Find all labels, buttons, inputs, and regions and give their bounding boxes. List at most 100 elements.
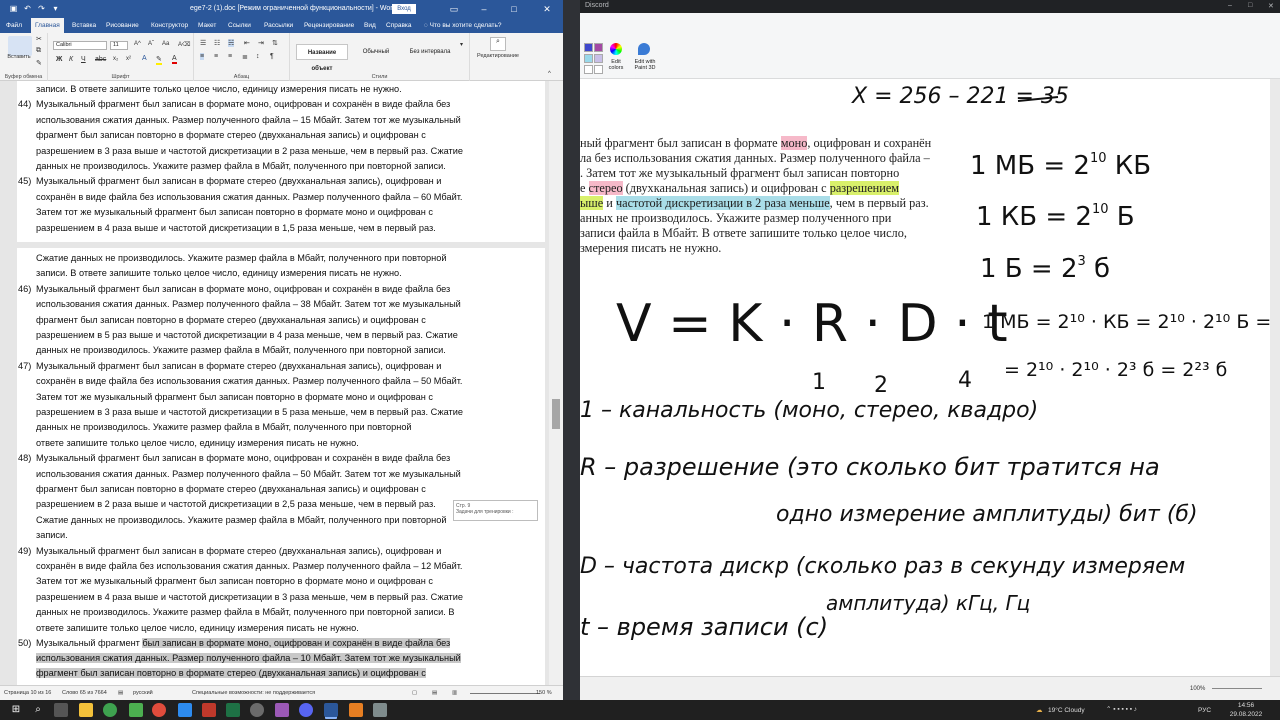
clear-format-icon[interactable]: A⌫ [178, 41, 191, 48]
proofing-icon[interactable]: ▤ [118, 690, 123, 696]
paint-icon[interactable] [349, 703, 363, 717]
styles-more-icon[interactable]: ▾ [460, 41, 463, 48]
app-icon[interactable] [129, 703, 143, 717]
tab-references[interactable]: Ссылки [228, 18, 251, 33]
weather-icon[interactable]: ☁ [1036, 706, 1043, 714]
start-icon[interactable]: ⊞ [9, 703, 23, 717]
maximize-button[interactable]: □ [500, 0, 528, 18]
zoom-level[interactable]: 100% [1190, 686, 1205, 692]
increase-indent-icon[interactable]: ⇥ [258, 39, 264, 47]
tab-mailings[interactable]: Рассылки [264, 18, 293, 33]
document-page[interactable]: записи. В ответе запишите только целое ч… [17, 81, 545, 685]
multilevel-icon[interactable]: ☵ [228, 39, 235, 47]
align-left-icon[interactable]: ≡ [200, 53, 205, 60]
discord-icon[interactable] [299, 703, 313, 717]
app-icon[interactable] [250, 703, 264, 717]
tab-draw[interactable]: Рисование [106, 18, 139, 33]
strike-icon[interactable]: abc [95, 56, 106, 63]
bullets-icon[interactable]: ☰ [200, 39, 206, 47]
color-swatch[interactable] [584, 43, 593, 52]
style-normal[interactable]: Обычный [350, 44, 402, 60]
color-swatch[interactable] [594, 65, 603, 74]
redo-icon[interactable]: ↷ [36, 3, 47, 14]
clipboard-icon[interactable] [8, 36, 32, 56]
save-icon[interactable]: ▣ [8, 3, 19, 14]
tell-me-search[interactable]: ◌ Что вы хотите сделать? [424, 18, 502, 33]
copy-icon[interactable]: ⧉ [36, 47, 41, 55]
tab-layout[interactable]: Макет [198, 18, 216, 33]
clock-date[interactable]: 29.08.2022 [1226, 711, 1266, 718]
tab-home[interactable]: Главная [31, 18, 64, 33]
editing-button[interactable]: Редактирование [470, 53, 526, 59]
change-case-icon[interactable]: Aa [162, 41, 169, 47]
tab-view[interactable]: Вид [364, 18, 376, 33]
tab-file[interactable]: Файл [6, 18, 22, 33]
numbering-icon[interactable]: ☷ [214, 39, 220, 47]
minimize-button[interactable]: – [470, 0, 498, 18]
clock-time[interactable]: 14:56 [1226, 702, 1266, 709]
superscript-icon[interactable]: x² [126, 56, 131, 62]
paint-scrollbar[interactable] [1270, 79, 1280, 676]
decrease-indent-icon[interactable]: ⇤ [244, 39, 250, 47]
justify-icon[interactable]: ≣ [242, 53, 248, 61]
shrink-font-icon[interactable]: Aˇ [148, 41, 154, 47]
subscript-icon[interactable]: x₂ [113, 56, 118, 62]
maximize-button[interactable]: □ [1248, 2, 1252, 9]
paste-button[interactable]: Вставить [2, 54, 36, 60]
customize-qat-icon[interactable]: ▾ [50, 3, 61, 14]
italic-icon[interactable]: К [69, 56, 73, 63]
app-icon[interactable] [373, 703, 387, 717]
print-layout-icon[interactable]: ▤ [432, 690, 437, 696]
zoom-level[interactable]: 150 % [536, 690, 552, 696]
color-swatch[interactable] [584, 65, 593, 74]
accessibility-status[interactable]: Специальные возможности: не поддерживает… [192, 690, 315, 696]
color-swatch[interactable] [584, 54, 593, 63]
edit-colors-icon[interactable] [610, 43, 622, 55]
word-icon[interactable] [324, 703, 338, 717]
word-count[interactable]: Слово 65 из 7664 [62, 690, 107, 696]
app-icon[interactable] [178, 703, 192, 717]
drawing-canvas[interactable]: ный фрагмент был записан в формате моно,… [580, 79, 1270, 676]
edit-colors-button[interactable]: Edit colors [604, 59, 628, 71]
search-icon[interactable]: ⌕ [31, 703, 45, 717]
ribbon-display-icon[interactable]: ▭ [440, 0, 468, 18]
font-name-box[interactable]: Calibri [53, 41, 107, 50]
color-swatch[interactable] [594, 54, 603, 63]
language-indicator[interactable]: РУС [1198, 707, 1211, 714]
color-swatch[interactable] [594, 43, 603, 52]
focus-icon[interactable]: ▢ [412, 690, 417, 696]
tab-insert[interactable]: Вставка [72, 18, 96, 33]
highlight-icon[interactable]: ✎ [156, 55, 162, 65]
sort-icon[interactable]: ⇅ [272, 39, 278, 47]
tab-help[interactable]: Справка [386, 18, 412, 33]
grow-font-icon[interactable]: A^ [134, 41, 141, 47]
text-effects-icon[interactable]: A [142, 55, 147, 62]
chrome-icon[interactable] [103, 703, 117, 717]
language[interactable]: русский [133, 690, 153, 696]
signin-button[interactable]: Вход [392, 4, 416, 14]
undo-icon[interactable]: ↶ [22, 3, 33, 14]
align-center-icon[interactable]: ≡ [214, 53, 218, 60]
line-spacing-icon[interactable]: ↕ [256, 53, 260, 60]
tab-review[interactable]: Рецензирование [304, 18, 354, 33]
scrollbar-thumb[interactable] [552, 399, 560, 429]
format-painter-icon[interactable]: ✎ [36, 59, 42, 67]
zoom-slider[interactable] [1212, 688, 1262, 689]
style-no-spacing[interactable]: Без интервала [404, 44, 456, 60]
zoom-slider[interactable] [470, 693, 540, 694]
close-button[interactable]: ✕ [1268, 2, 1274, 10]
paint3d-icon[interactable] [638, 43, 650, 55]
find-icon[interactable]: ⌕ [490, 37, 506, 51]
weather[interactable]: 19°C Cloudy [1048, 707, 1085, 714]
edit-paint3d-button[interactable]: Edit with Paint 3D [630, 59, 660, 71]
browser-icon[interactable] [152, 703, 166, 717]
page-count[interactable]: Страница 10 из 16 [4, 690, 51, 696]
font-color-icon[interactable]: A [172, 55, 177, 64]
app-icon[interactable] [275, 703, 289, 717]
collapse-ribbon-icon[interactable]: ^ [548, 71, 551, 77]
pilcrow-icon[interactable]: ¶ [270, 53, 274, 60]
web-layout-icon[interactable]: ▥ [452, 690, 457, 696]
vertical-scrollbar[interactable] [549, 81, 563, 685]
tab-design[interactable]: Конструктор [151, 18, 188, 33]
close-button[interactable]: ✕ [533, 0, 561, 18]
